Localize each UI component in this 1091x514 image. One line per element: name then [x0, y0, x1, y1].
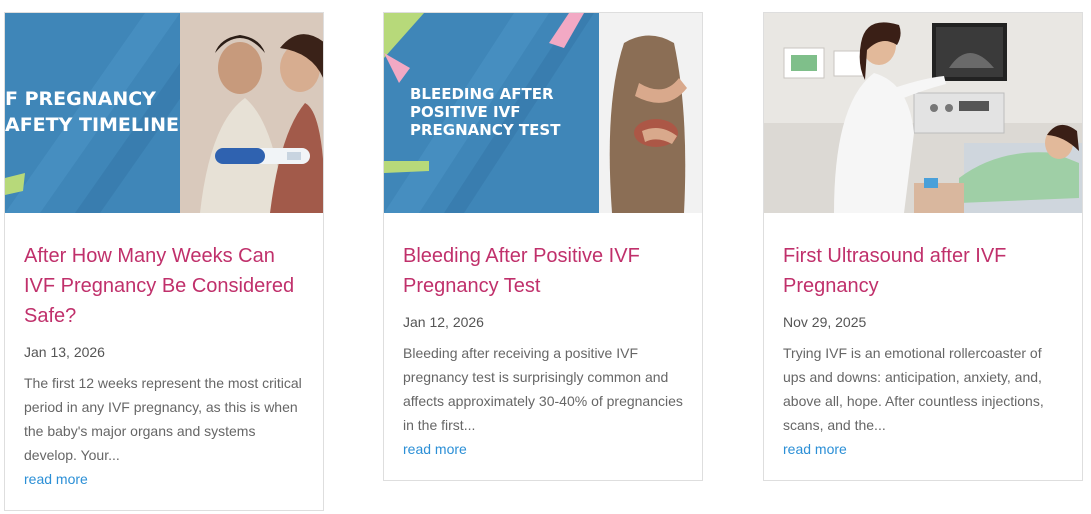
- thumbnail-overlay-line: AFETY TIMELINE: [5, 114, 179, 136]
- read-more-link[interactable]: read more: [403, 437, 467, 461]
- blog-card: BLEEDING AFTER POSITIVE IVF PREGNANCY TE…: [383, 12, 703, 481]
- blog-card: F PREGNANCY AFETY TIMELINE After How Man…: [4, 12, 324, 511]
- post-excerpt: Bleeding after receiving a positive IVF …: [403, 345, 683, 433]
- post-title-link[interactable]: After How Many Weeks Can IVF Pregnancy B…: [24, 241, 304, 331]
- post-thumbnail[interactable]: F PREGNANCY AFETY TIMELINE: [5, 13, 323, 213]
- post-date: Jan 13, 2026: [24, 344, 105, 360]
- post-thumbnail[interactable]: BLEEDING AFTER POSITIVE IVF PREGNANCY TE…: [384, 13, 702, 213]
- post-title-link[interactable]: Bleeding After Positive IVF Pregnancy Te…: [403, 241, 683, 301]
- read-more-link[interactable]: read more: [24, 467, 88, 491]
- blog-card: First Ultrasound after IVF Pregnancy Nov…: [763, 12, 1083, 481]
- post-title-link[interactable]: First Ultrasound after IVF Pregnancy: [783, 241, 1063, 301]
- thumbnail-overlay-line: PREGNANCY TEST: [410, 121, 561, 139]
- post-excerpt: Trying IVF is an emotional rollercoaster…: [783, 345, 1044, 433]
- thumbnail-overlay-line: BLEEDING AFTER: [410, 85, 554, 103]
- post-date: Nov 29, 2025: [783, 314, 867, 330]
- post-excerpt: The first 12 weeks represent the most cr…: [24, 375, 302, 463]
- post-date: Jan 12, 2026: [403, 314, 484, 330]
- thumbnail-overlay-line: F PREGNANCY: [5, 88, 156, 110]
- thumbnail-overlay-line: POSITIVE IVF: [410, 103, 520, 121]
- read-more-link[interactable]: read more: [783, 437, 847, 461]
- post-thumbnail[interactable]: [764, 13, 1082, 213]
